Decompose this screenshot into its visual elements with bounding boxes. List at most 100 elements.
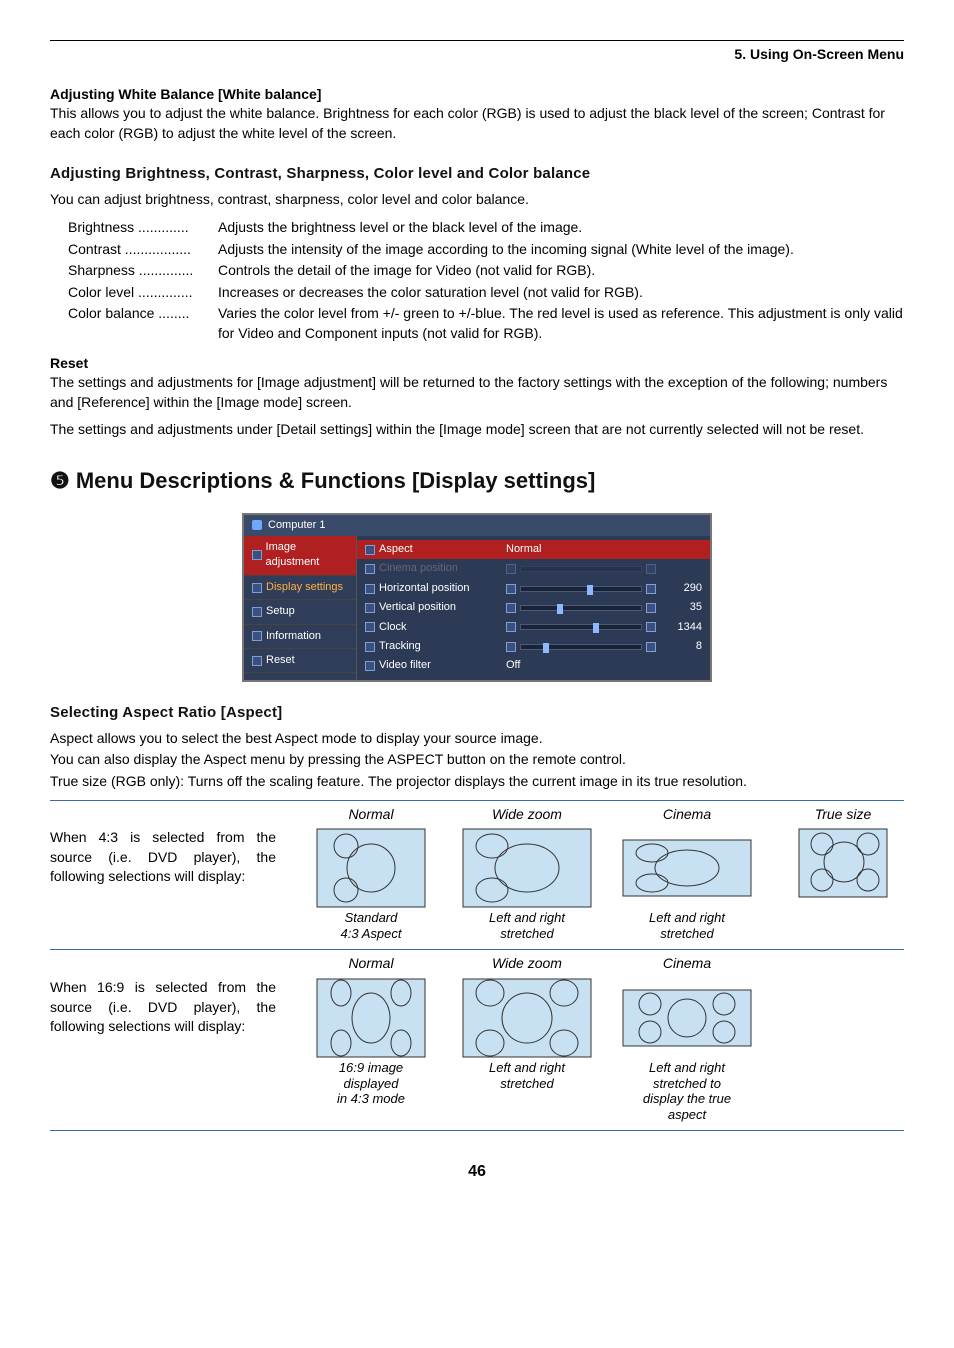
slider-left-icon — [506, 564, 516, 574]
def-row: Color level ..............Increases or d… — [68, 283, 904, 303]
setting-number: 1344 — [662, 620, 702, 635]
section-header: 5. Using On-Screen Menu — [50, 45, 904, 65]
slider-right-icon — [646, 642, 656, 652]
osd-menu-item[interactable]: Setup — [244, 600, 356, 624]
slider-left-icon — [506, 622, 516, 632]
def-value: Increases or decreases the color saturat… — [218, 283, 904, 303]
cap-43-2: Left and rightstretched — [622, 908, 752, 941]
slider-track[interactable] — [520, 586, 642, 592]
shape-169-normal — [310, 978, 432, 1058]
wb-body: This allows you to adjust the white bala… — [50, 104, 904, 143]
aspect-p3: True size (RGB only): Turns off the scal… — [50, 772, 904, 792]
menu-icon — [252, 656, 262, 666]
slider-track[interactable] — [520, 605, 642, 611]
col-cinema: Cinema — [622, 805, 752, 829]
def-value: Varies the color level from +/- green to… — [218, 304, 904, 343]
setting-icon — [365, 622, 375, 632]
row169-label: When 16:9 is selected from the source (i… — [50, 978, 280, 1037]
osd-title-text: Computer 1 — [268, 518, 325, 533]
slider-left-icon — [506, 584, 516, 594]
osd-titlebar: Computer 1 — [244, 515, 710, 536]
setting-icon — [365, 584, 375, 594]
shape-169-widezoom — [462, 978, 592, 1058]
shape-43-cinema — [622, 828, 752, 908]
rule — [50, 949, 904, 950]
aspect-grid-169: Normal Wide zoom Cinema When 16:9 is sel… — [50, 954, 904, 1122]
osd-screenshot: Computer 1 Image adjustmentDisplay setti… — [242, 513, 712, 682]
rule — [50, 1130, 904, 1131]
bcs-intro: You can adjust brightness, contrast, sha… — [50, 190, 904, 210]
reset-p1: The settings and adjustments for [Image … — [50, 373, 904, 412]
col169-widezoom: Wide zoom — [462, 954, 592, 978]
cap-43-1: Left and rightstretched — [462, 908, 592, 941]
osd-setting-row[interactable]: Cinema position — [357, 559, 710, 578]
slider-right-icon — [646, 584, 656, 594]
reset-heading: Reset — [50, 354, 904, 374]
slider-left-icon — [506, 642, 516, 652]
def-row: Sharpness ..............Controls the det… — [68, 261, 904, 281]
setting-label: Video filter — [379, 658, 431, 673]
col-widezoom: Wide zoom — [462, 805, 592, 829]
osd-setting-row[interactable]: Aspect Normal — [357, 540, 710, 559]
def-label: Contrast ................. — [68, 240, 218, 260]
setting-label: Tracking — [379, 639, 421, 654]
cap-169-0: 16:9 image displayedin 4:3 mode — [310, 1058, 432, 1107]
osd-menu-item[interactable]: Display settings — [244, 576, 356, 600]
page-number: 46 — [50, 1161, 904, 1183]
reset-p2: The settings and adjustments under [Deta… — [50, 420, 904, 440]
setting-icon — [365, 603, 375, 613]
def-value: Controls the detail of the image for Vid… — [218, 261, 904, 281]
setting-value: Normal — [506, 542, 541, 557]
osd-menu-item[interactable]: Reset — [244, 649, 356, 673]
col169-cinema: Cinema — [622, 954, 752, 978]
menu-icon — [252, 631, 262, 641]
setting-number: 290 — [662, 581, 702, 596]
osd-menu-item[interactable]: Image adjustment — [244, 536, 356, 576]
osd-setting-row[interactable]: Clock1344 — [357, 618, 710, 637]
col-normal: Normal — [310, 805, 432, 829]
def-row: Brightness .............Adjusts the brig… — [68, 218, 904, 238]
def-value: Adjusts the intensity of the image accor… — [218, 240, 904, 260]
setting-icon — [365, 642, 375, 652]
def-row: Contrast .................Adjusts the in… — [68, 240, 904, 260]
setting-icon — [365, 545, 375, 555]
setting-label: Cinema position — [379, 561, 458, 576]
osd-menu-item[interactable]: Information — [244, 625, 356, 649]
osd-setting-row[interactable]: Tracking 8 — [357, 637, 710, 656]
setting-icon — [365, 661, 375, 671]
slider-track — [520, 566, 642, 572]
osd-setting-row[interactable]: Horizontal position 290 — [357, 579, 710, 598]
slider-track[interactable] — [520, 644, 642, 650]
aspect-grid-43: Normal Wide zoom Cinema True size When 4… — [50, 805, 904, 942]
setting-label: Vertical position — [379, 600, 456, 615]
setting-number: 8 — [662, 639, 702, 654]
aspect-heading: Selecting Aspect Ratio [Aspect] — [50, 702, 904, 723]
def-label: Sharpness .............. — [68, 261, 218, 281]
shape-43-normal — [310, 828, 432, 908]
cap-43-0: Standard4:3 Aspect — [310, 908, 432, 941]
osd-setting-row[interactable]: Vertical position35 — [357, 598, 710, 617]
menu-icon — [252, 607, 262, 617]
slider-left-icon — [506, 603, 516, 613]
col169-truesize — [782, 954, 904, 958]
bcs-heading: Adjusting Brightness, Contrast, Sharpnes… — [50, 163, 904, 184]
row43-label: When 4:3 is selected from the source (i.… — [50, 828, 280, 887]
osd-right-panel: Aspect Normal Cinema position Horizontal po… — [357, 536, 710, 680]
cap-169-3 — [782, 1058, 904, 1060]
slider-track[interactable] — [520, 624, 642, 630]
rule — [50, 800, 904, 801]
cap-169-2: Left and right stretched todisplay the t… — [622, 1058, 752, 1122]
shape-43-widezoom — [462, 828, 592, 908]
projector-icon — [252, 520, 262, 530]
col-truesize: True size — [782, 805, 904, 829]
slider-right-icon — [646, 564, 656, 574]
def-label: Color level .............. — [68, 283, 218, 303]
def-row: Color balance ........Varies the color l… — [68, 304, 904, 343]
definitions-table: Brightness .............Adjusts the brig… — [68, 218, 904, 344]
osd-setting-row[interactable]: Video filterOff — [357, 656, 710, 675]
setting-label: Aspect — [379, 542, 413, 557]
menu-icon — [252, 550, 262, 560]
aspect-p2: You can also display the Aspect menu by … — [50, 750, 904, 770]
def-value: Adjusts the brightness level or the blac… — [218, 218, 904, 238]
setting-label: Horizontal position — [379, 581, 470, 596]
